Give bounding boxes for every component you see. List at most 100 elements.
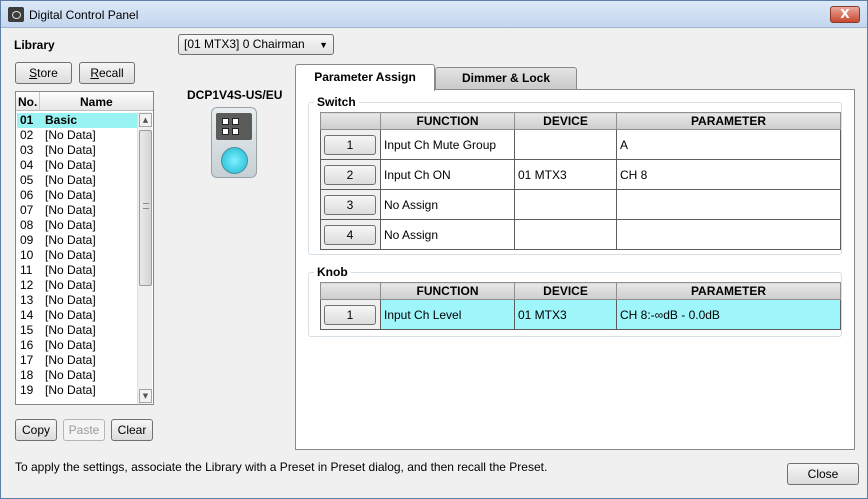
switch-parameter-cell[interactable]: CH 8 — [616, 159, 841, 190]
copy-button[interactable]: Copy — [15, 419, 57, 441]
library-item[interactable]: 17 [No Data] — [17, 353, 137, 368]
library-item-no: 06 — [20, 188, 34, 202]
library-item[interactable]: 03 [No Data] — [17, 143, 137, 158]
switch-number-cell: 2 — [320, 159, 381, 190]
knob-parameter-header: PARAMETER — [616, 282, 841, 300]
device-knob — [221, 147, 248, 174]
switch-device-header: DEVICE — [514, 112, 617, 130]
tab-dimmer-lock[interactable]: Dimmer & Lock — [435, 67, 577, 89]
library-item-name: [No Data] — [45, 203, 96, 217]
library-item-name: [No Data] — [45, 308, 96, 322]
switch-function-cell[interactable]: Input Ch ON — [380, 159, 515, 190]
library-item[interactable]: 16 [No Data] — [17, 338, 137, 353]
switch-parameter-cell[interactable] — [616, 219, 841, 250]
paste-button[interactable]: Paste — [63, 419, 105, 441]
switch-row[interactable]: 2 Input Ch ON 01 MTX3 CH 8 — [320, 159, 841, 190]
knob-corner-header — [320, 282, 381, 300]
switch-row[interactable]: 3 No Assign — [320, 189, 841, 220]
chevron-down-icon: ▼ — [319, 40, 328, 50]
library-scrollbar[interactable]: ▲ ▼ — [137, 112, 152, 404]
library-item[interactable]: 06 [No Data] — [17, 188, 137, 203]
recall-button[interactable]: Recall — [79, 62, 135, 84]
knob-parameter-cell[interactable]: CH 8:-∞dB - 0.0dB — [616, 299, 841, 330]
tab-parameter-assign[interactable]: Parameter Assign — [295, 64, 435, 91]
switch-device-cell[interactable]: 01 MTX3 — [514, 159, 617, 190]
knob-device-cell[interactable]: 01 MTX3 — [514, 299, 617, 330]
switch-number-cell: 4 — [320, 219, 381, 250]
library-item-no: 10 — [20, 248, 34, 262]
library-item[interactable]: 15 [No Data] — [17, 323, 137, 338]
switch-device-cell[interactable] — [514, 219, 617, 250]
library-item-name: [No Data] — [45, 158, 96, 172]
switch-number-button[interactable]: 1 — [324, 134, 376, 155]
library-item-no: 04 — [20, 158, 34, 172]
switch-table: FUNCTION DEVICE PARAMETER 1 Input Ch Mute… — [320, 112, 841, 250]
library-item-name: [No Data] — [45, 368, 96, 382]
library-item-no: 09 — [20, 233, 34, 247]
knob-row[interactable]: 1 Input Ch Level 01 MTX3 CH 8:-∞dB - 0.0dB — [320, 299, 841, 330]
library-item[interactable]: 18 [No Data] — [17, 368, 137, 383]
library-item[interactable]: 02 [No Data] — [17, 128, 137, 143]
library-item-no: 19 — [20, 383, 34, 397]
switch-function-cell[interactable]: No Assign — [380, 219, 515, 250]
library-item-no: 17 — [20, 353, 34, 367]
device-key-2 — [232, 118, 239, 125]
library-item[interactable]: 07 [No Data] — [17, 203, 137, 218]
store-accel: S — [29, 66, 38, 80]
library-item[interactable]: 10 [No Data] — [17, 248, 137, 263]
switch-function-cell[interactable]: No Assign — [380, 189, 515, 220]
header-divider — [39, 92, 40, 111]
store-button[interactable]: Store — [15, 62, 72, 84]
switch-device-cell[interactable] — [514, 189, 617, 220]
switch-row[interactable]: 1 Input Ch Mute Group A — [320, 129, 841, 160]
library-item-no: 18 — [20, 368, 34, 382]
grip-icon — [143, 203, 149, 209]
switch-number-button[interactable]: 2 — [324, 164, 376, 185]
library-item-no: 16 — [20, 338, 34, 352]
scroll-down-icon[interactable]: ▼ — [139, 389, 152, 403]
app-icon — [8, 7, 24, 22]
switch-function-cell[interactable]: Input Ch Mute Group — [380, 129, 515, 160]
clear-button[interactable]: Clear — [111, 419, 153, 441]
library-item[interactable]: 01 Basic — [17, 113, 137, 128]
library-item[interactable]: 13 [No Data] — [17, 293, 137, 308]
library-item[interactable]: 12 [No Data] — [17, 278, 137, 293]
title-bar: Digital Control Panel X — [1, 1, 867, 28]
close-button[interactable]: Close — [787, 463, 859, 485]
device-key-4 — [232, 128, 239, 135]
device-key-1 — [222, 118, 229, 125]
library-item[interactable]: 14 [No Data] — [17, 308, 137, 323]
library-item[interactable]: 11 [No Data] — [17, 263, 137, 278]
library-item[interactable]: 05 [No Data] — [17, 173, 137, 188]
knob-number-button[interactable]: 1 — [324, 304, 376, 325]
library-item-name: [No Data] — [45, 233, 96, 247]
library-item-name: [No Data] — [45, 218, 96, 232]
library-item-name: [No Data] — [45, 173, 96, 187]
switch-parameter-cell[interactable] — [616, 189, 841, 220]
knob-function-cell[interactable]: Input Ch Level — [380, 299, 515, 330]
library-item[interactable]: 08 [No Data] — [17, 218, 137, 233]
library-item[interactable]: 09 [No Data] — [17, 233, 137, 248]
library-list[interactable]: No. Name 01 Basic 02 [No Data] 03 [No Data] 04… — [15, 91, 154, 405]
scroll-up-icon[interactable]: ▲ — [139, 113, 152, 127]
store-label: tore — [37, 66, 58, 80]
scroll-thumb[interactable] — [139, 130, 152, 286]
knob-device-header: DEVICE — [514, 282, 617, 300]
col-name-header[interactable]: Name — [80, 95, 113, 109]
switch-parameter-cell[interactable]: A — [616, 129, 841, 160]
device-image — [211, 107, 257, 178]
switch-device-cell[interactable] — [514, 129, 617, 160]
library-item-no: 02 — [20, 128, 34, 142]
switch-number-button[interactable]: 4 — [324, 224, 376, 245]
library-item[interactable]: 04 [No Data] — [17, 158, 137, 173]
switch-corner-header — [320, 112, 381, 130]
library-item-name: [No Data] — [45, 263, 96, 277]
library-item-name: [No Data] — [45, 353, 96, 367]
library-item-no: 07 — [20, 203, 34, 217]
switch-row[interactable]: 4 No Assign — [320, 219, 841, 250]
window-close-button[interactable]: X — [830, 6, 860, 23]
device-select[interactable]: [01 MTX3] 0 Chairman ▼ — [178, 34, 334, 55]
library-item[interactable]: 19 [No Data] — [17, 383, 137, 398]
switch-number-button[interactable]: 3 — [324, 194, 376, 215]
col-no-header[interactable]: No. — [18, 95, 37, 109]
